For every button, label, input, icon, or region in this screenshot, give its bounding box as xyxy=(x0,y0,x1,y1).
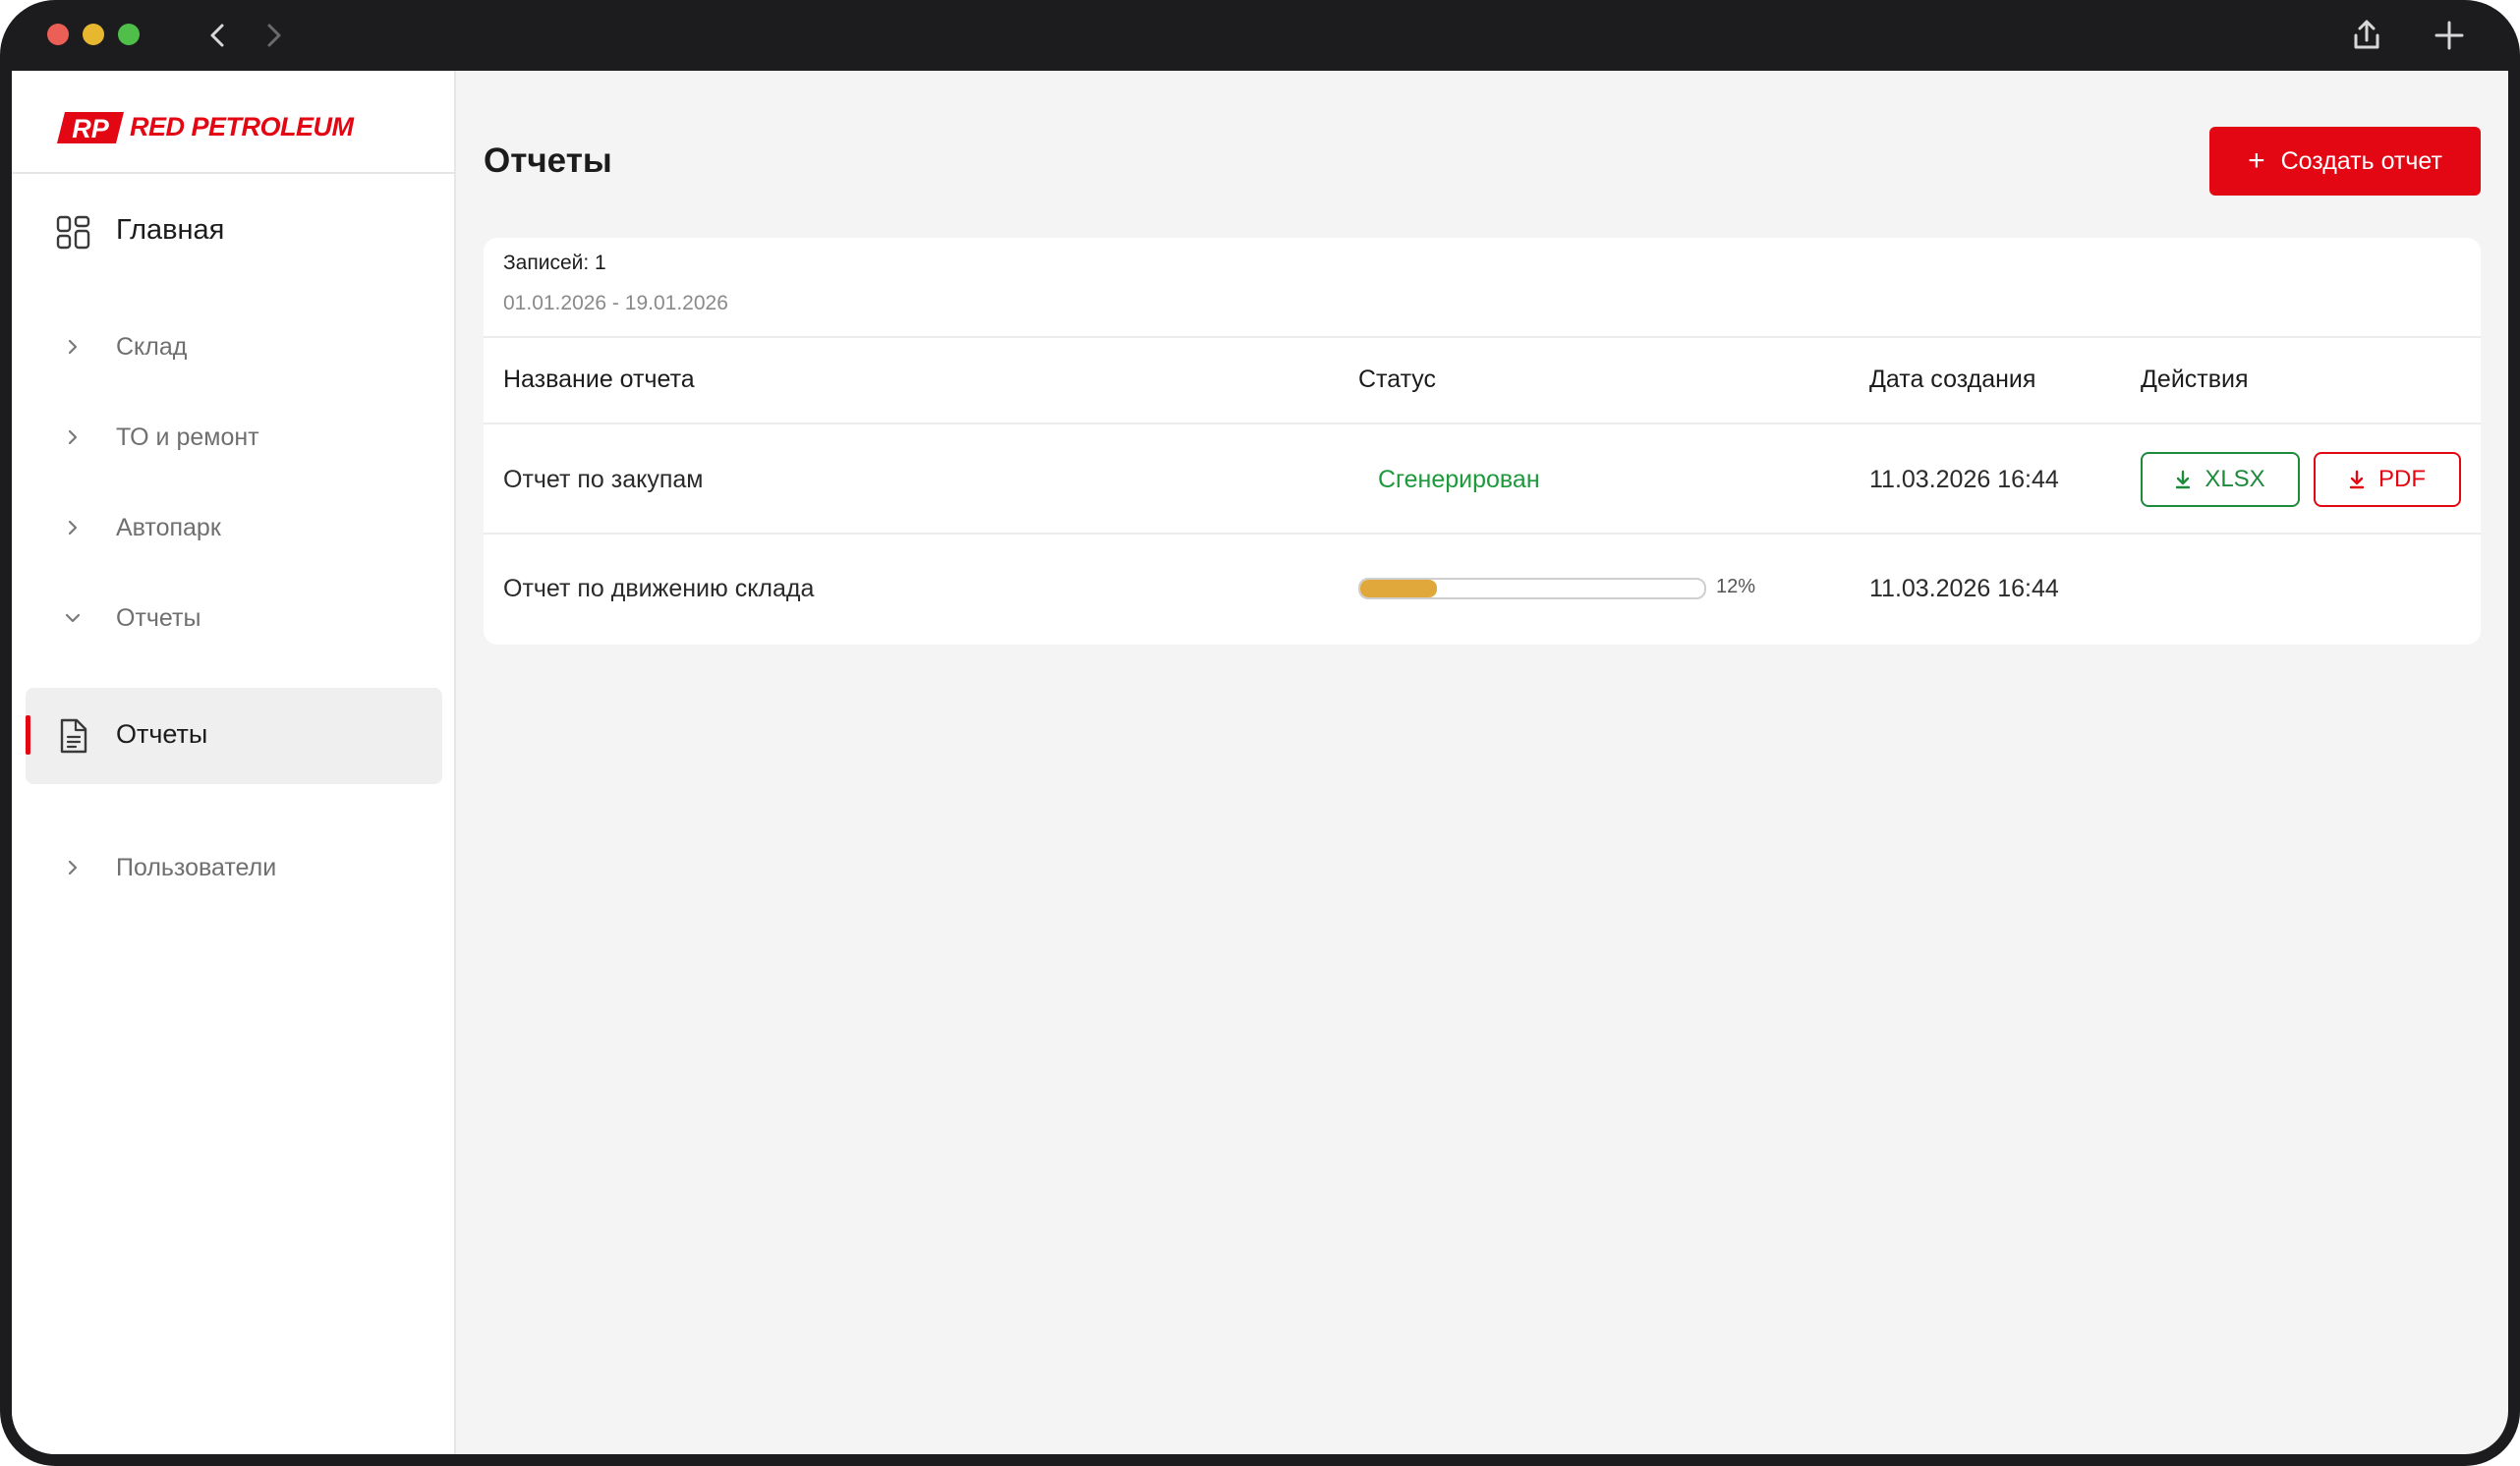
chevron-right-icon xyxy=(68,339,78,355)
chevron-right-icon xyxy=(68,520,78,536)
column-header-date: Дата создания xyxy=(1869,366,2036,393)
brand-mark-text: RP xyxy=(72,114,109,143)
chevron-down-icon xyxy=(65,613,81,623)
sidebar-item-fleet[interactable]: Автопарк xyxy=(12,498,454,557)
download-xlsx-label: XLSX xyxy=(2205,466,2265,492)
active-indicator xyxy=(26,715,30,755)
sidebar-item-maintenance[interactable]: ТО и ремонт xyxy=(12,408,454,467)
sidebar-item-warehouse[interactable]: Склад xyxy=(12,317,454,376)
sidebar-item-label: Пользователи xyxy=(116,854,277,881)
download-icon xyxy=(2349,470,2365,489)
divider xyxy=(484,533,2481,535)
sidebar-item-label: Склад xyxy=(116,333,188,361)
report-name: Отчет по движению склада xyxy=(503,575,815,602)
column-header-status: Статус xyxy=(1358,366,1437,393)
reports-table-card: Записей: 1 01.01.2026 - 19.01.2026 Назва… xyxy=(484,238,2481,645)
divider xyxy=(484,336,2481,338)
progress-bar xyxy=(1358,578,1706,599)
forward-icon[interactable] xyxy=(254,16,293,55)
new-tab-icon[interactable] xyxy=(2430,16,2469,55)
logo-area: RP RED PETROLEUM xyxy=(12,71,454,174)
progress-fill xyxy=(1360,580,1437,597)
column-header-name: Название отчета xyxy=(503,366,695,393)
chevron-right-icon xyxy=(68,429,78,445)
column-header-actions: Действия xyxy=(2141,366,2249,393)
sidebar-item-label: Автопарк xyxy=(116,514,221,541)
window-close-button[interactable] xyxy=(47,24,69,45)
date-range: 01.01.2026 - 19.01.2026 xyxy=(503,292,728,314)
sidebar-item-label: ТО и ремонт xyxy=(116,423,259,451)
app-window: RP RED PETROLEUM Главная Склад ТО и ремо… xyxy=(0,0,2520,1466)
download-icon xyxy=(2176,470,2191,489)
title-bar xyxy=(0,0,2520,71)
document-icon xyxy=(60,718,87,754)
created-date: 11.03.2026 16:44 xyxy=(1869,466,2059,493)
sidebar-item-reports[interactable]: Отчеты xyxy=(12,589,454,648)
records-count: Записей: 1 xyxy=(503,252,606,274)
back-icon[interactable] xyxy=(199,16,238,55)
main-content: Отчеты + Создать отчет Записей: 1 01.01.… xyxy=(456,71,2508,1454)
window-minimize-button[interactable] xyxy=(83,24,104,45)
brand-logo-icon[interactable]: RP xyxy=(55,110,126,145)
grid-icon xyxy=(56,215,90,250)
sidebar-item-label: Главная xyxy=(116,214,225,246)
download-pdf-button[interactable]: PDF xyxy=(2314,452,2461,507)
sidebar-item-label: Отчеты xyxy=(116,604,201,632)
sidebar-subitem-reports[interactable]: Отчеты xyxy=(26,688,442,784)
sidebar-item-home[interactable]: Главная xyxy=(12,200,454,259)
progress-percent: 12% xyxy=(1716,576,1756,597)
create-report-button[interactable]: + Создать отчет xyxy=(2209,127,2481,196)
report-name: Отчет по закупам xyxy=(503,466,704,493)
sidebar: RP RED PETROLEUM Главная Склад ТО и ремо… xyxy=(12,71,456,1454)
sidebar-item-label: Отчеты xyxy=(116,719,208,749)
app-screen: RP RED PETROLEUM Главная Склад ТО и ремо… xyxy=(12,71,2508,1454)
download-xlsx-button[interactable]: XLSX xyxy=(2141,452,2300,507)
create-report-label: Создать отчет xyxy=(2280,146,2442,175)
window-maximize-button[interactable] xyxy=(118,24,140,45)
brand-name: RED PETROLEUM xyxy=(130,112,354,141)
share-icon[interactable] xyxy=(2347,16,2386,55)
status-badge: Сгенерирован xyxy=(1378,466,1540,493)
page-title: Отчеты xyxy=(484,141,612,180)
chevron-right-icon xyxy=(68,860,78,875)
plus-icon: + xyxy=(2248,144,2265,177)
divider xyxy=(484,423,2481,424)
download-pdf-label: PDF xyxy=(2378,466,2426,492)
sidebar-item-users[interactable]: Пользователи xyxy=(12,838,454,897)
created-date: 11.03.2026 16:44 xyxy=(1869,575,2059,602)
